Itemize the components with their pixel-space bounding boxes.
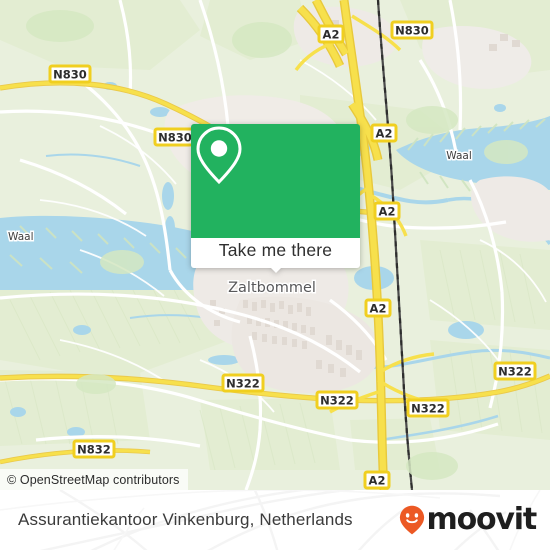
- callout-action-label: Take me there: [218, 239, 333, 260]
- map-canvas[interactable]: Zaltbommel Zaltbommel Waal Waal Waal Waal N83…: [0, 0, 550, 490]
- callout-icon-panel: [191, 124, 360, 238]
- destination-callout[interactable]: Take me there: [191, 124, 360, 273]
- attribution-text: © OpenStreetMap contributors: [7, 472, 180, 487]
- callout-pointer: [264, 262, 287, 273]
- page-title: Assurantiekantoor Vinkenburg, Netherland…: [18, 510, 353, 529]
- moovit-wordmark: moovit: [426, 502, 538, 537]
- moovit-pin-smiley-icon: [399, 505, 425, 535]
- moovit-map-screenshot: Zaltbommel Zaltbommel Waal Waal Waal Waal N83…: [0, 0, 550, 550]
- moovit-logo[interactable]: moovit: [399, 502, 538, 537]
- footer-bar: Assurantiekantoor Vinkenburg, Netherland…: [0, 490, 550, 550]
- map-attribution[interactable]: © OpenStreetMap contributors: [0, 469, 188, 490]
- map-pin-icon: [196, 126, 304, 212]
